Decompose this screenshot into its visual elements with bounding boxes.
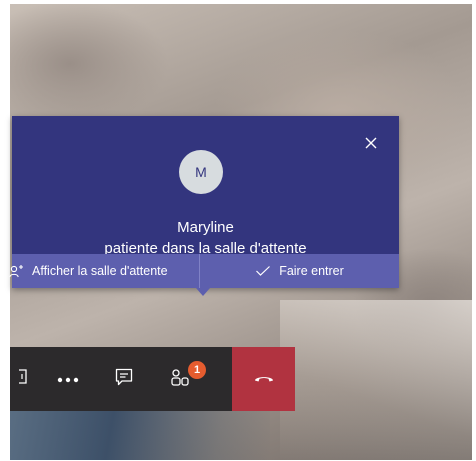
admit-label: Faire entrer — [279, 264, 344, 278]
share-screen-button[interactable] — [10, 347, 40, 411]
show-lobby-label: Afficher la salle d'attente — [32, 264, 168, 278]
more-options-icon — [57, 370, 79, 388]
hang-up-icon — [253, 370, 275, 388]
chat-icon — [114, 367, 134, 392]
video-feed-highlight — [280, 300, 472, 460]
chat-button[interactable] — [96, 347, 152, 411]
lobby-notification: M Maryline patiente dans la salle d'atte… — [9, 116, 399, 288]
participant-name: Maryline — [177, 219, 234, 236]
notification-pointer — [196, 288, 210, 296]
close-icon[interactable] — [363, 135, 379, 151]
participants-badge: 1 — [188, 361, 206, 379]
more-options-button[interactable] — [40, 347, 96, 411]
admit-button[interactable]: Faire entrer — [199, 254, 399, 288]
add-person-icon — [9, 264, 25, 278]
check-icon — [255, 265, 271, 277]
participants-button[interactable]: 1 — [152, 347, 208, 411]
notification-actions: Afficher la salle d'attente Faire entrer — [9, 254, 399, 288]
show-lobby-button[interactable]: Afficher la salle d'attente — [9, 254, 199, 288]
hang-up-button[interactable] — [232, 347, 295, 411]
avatar: M — [179, 150, 223, 194]
call-toolbar: 1 — [10, 347, 295, 411]
share-screen-icon — [18, 368, 32, 391]
